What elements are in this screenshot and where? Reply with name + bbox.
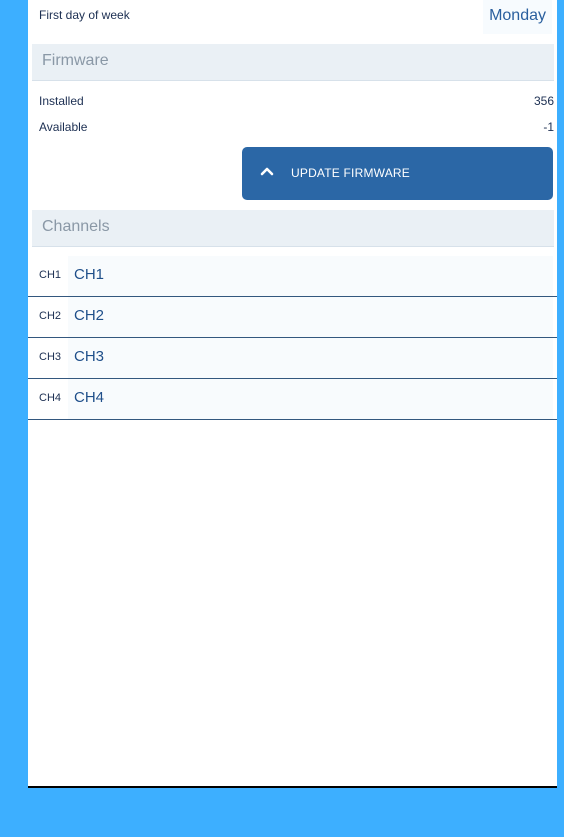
channel-row: CH3 CH3 — [28, 338, 557, 379]
installed-label: Installed — [39, 94, 84, 108]
first-day-of-week-row: First day of week Monday — [28, 0, 557, 36]
channels-header-label: Channels — [42, 218, 110, 235]
channel-name-input[interactable]: CH4 — [68, 379, 553, 419]
first-day-of-week-label: First day of week — [39, 8, 130, 22]
channel-name-value: CH1 — [74, 266, 105, 283]
channel-tag: CH4 — [39, 392, 62, 404]
installed-row: Installed 356 — [28, 92, 557, 112]
channel-name-input[interactable]: CH3 — [68, 338, 553, 378]
bottom-bar — [28, 788, 557, 837]
update-firmware-label: UPDATE FIRMWARE — [291, 166, 410, 180]
channel-name-value: CH4 — [74, 389, 105, 406]
channel-name-input[interactable]: CH2 — [68, 297, 553, 337]
available-label: Available — [39, 120, 88, 134]
channel-row: CH2 CH2 — [28, 297, 557, 338]
right-frame-border — [557, 0, 564, 837]
first-day-of-week-select[interactable]: Monday — [483, 0, 552, 34]
available-row: Available -1 — [28, 118, 557, 138]
channel-tag: CH1 — [39, 269, 62, 281]
channel-name-value: CH3 — [74, 348, 105, 365]
firmware-section-header: Firmware — [32, 44, 554, 81]
channel-row: CH4 CH4 — [28, 379, 557, 420]
channel-tag: CH2 — [39, 310, 62, 322]
chevron-up-icon — [260, 167, 274, 176]
settings-screen: First day of week Monday Firmware Instal… — [28, 0, 557, 786]
update-firmware-button[interactable]: UPDATE FIRMWARE — [242, 147, 553, 200]
available-value: -1 — [543, 120, 554, 134]
firmware-header-label: Firmware — [42, 52, 109, 69]
channels-section-header: Channels — [32, 210, 554, 247]
channel-row: CH1 CH1 — [28, 256, 557, 297]
channel-name-value: CH2 — [74, 307, 105, 324]
left-frame-border — [0, 0, 28, 837]
channel-name-input[interactable]: CH1 — [68, 256, 553, 296]
installed-value: 356 — [533, 94, 554, 108]
channel-tag: CH3 — [39, 351, 62, 363]
